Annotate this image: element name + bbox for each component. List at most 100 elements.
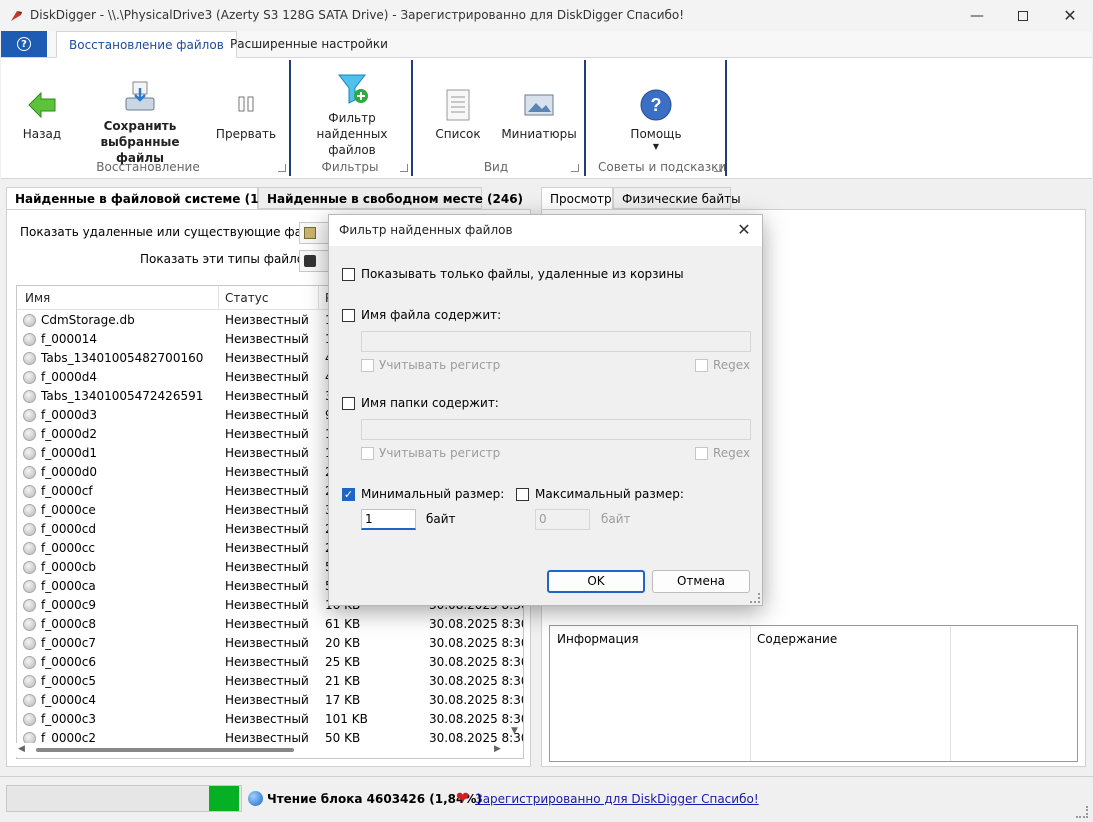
file-name: f_0000cf <box>41 484 93 498</box>
file-status: Неизвестный <box>225 332 309 346</box>
file-status-icon <box>23 656 36 669</box>
file-name: f_0000d1 <box>41 446 98 460</box>
back-button[interactable]: Назад <box>18 88 66 142</box>
folder-match-case-checkbox[interactable] <box>361 447 374 460</box>
resize-grip[interactable] <box>1076 806 1088 818</box>
filename-contains-input[interactable] <box>361 331 751 352</box>
filename-contains-label[interactable]: Имя файла содержит: <box>361 308 501 322</box>
abort-button[interactable]: Прервать <box>214 88 278 142</box>
folder-contains-input[interactable] <box>361 419 751 440</box>
filename-regex-label: Regex <box>713 358 751 372</box>
file-status: Неизвестный <box>225 579 309 593</box>
help-icon: ? <box>17 37 31 51</box>
scroll-down-icon[interactable]: ▼ <box>511 726 518 736</box>
dialog-resize-grip[interactable] <box>750 593 760 603</box>
pause-icon <box>238 96 254 112</box>
tab-preview[interactable]: Просмотр <box>541 187 613 209</box>
view-launcher-icon[interactable] <box>571 164 579 172</box>
ribbon-help-button[interactable]: ? <box>1 31 47 57</box>
recovery-launcher-icon[interactable] <box>278 164 286 172</box>
dialog-title: Фильтр найденных файлов <box>339 223 513 237</box>
group-label-recovery: Восстановление <box>96 160 200 174</box>
tips-launcher-icon[interactable] <box>714 164 722 172</box>
info-table: Информация Содержание <box>549 625 1078 762</box>
max-size-checkbox[interactable] <box>516 488 529 501</box>
content-column-header[interactable]: Содержание <box>757 632 837 646</box>
filename-match-case-label: Учитывать регистр <box>379 358 501 372</box>
file-name: f_0000ca <box>41 579 96 593</box>
registration-link[interactable]: Зарегистрированно для DiskDigger Спасибо… <box>475 792 759 806</box>
file-name: f_0000c6 <box>41 655 96 669</box>
file-name: f_0000c3 <box>41 712 96 726</box>
table-row[interactable]: f_0000c6 Неизвестный 25 KB 30.08.2025 8:30 <box>17 653 523 672</box>
svg-text:?: ? <box>651 95 662 115</box>
table-row[interactable]: f_0000c5 Неизвестный 21 KB 30.08.2025 8:30 <box>17 672 524 691</box>
folder-contains-label[interactable]: Имя папки содержит: <box>361 396 499 410</box>
min-size-label[interactable]: Минимальный размер: <box>361 487 504 501</box>
max-size-label[interactable]: Максимальный размер: <box>535 487 684 501</box>
maximize-button[interactable] <box>1000 0 1046 31</box>
close-button[interactable]: ✕ <box>1047 0 1093 31</box>
ribbon-separator <box>725 60 727 176</box>
file-status-icon <box>23 580 36 593</box>
tab-found-in-free-space[interactable]: Найденные в свободном месте (246) <box>258 187 523 209</box>
save-selected-button[interactable]: Сохранить выбранные файлы <box>80 80 200 166</box>
group-label-filters: Фильтры <box>321 160 379 174</box>
file-types-combo[interactable] <box>299 250 329 272</box>
file-status: Неизвестный <box>225 522 309 536</box>
scroll-left-icon[interactable]: ◀ <box>18 744 25 754</box>
minimize-button[interactable]: — <box>954 0 1000 31</box>
filename-regex-checkbox[interactable] <box>695 359 708 372</box>
help-button[interactable]: ? Помощь ▼ <box>620 88 692 152</box>
close-icon: ✕ <box>737 220 751 239</box>
min-size-checkbox[interactable]: ✓ <box>342 488 355 501</box>
table-row[interactable]: f_0000c7 Неизвестный 20 KB 30.08.2025 8:30 <box>17 634 523 653</box>
column-divider[interactable] <box>318 286 319 310</box>
only-recycle-label[interactable]: Показывать только файлы, удаленные из ко… <box>361 267 684 281</box>
horizontal-scroll-thumb[interactable] <box>36 748 294 752</box>
table-row[interactable]: f_0000c8 Неизвестный 61 KB 30.08.2025 8:30 <box>17 615 523 634</box>
filter-line2: найденных <box>316 127 388 141</box>
filter-found-files-button[interactable]: Фильтр найденных файлов <box>312 72 392 158</box>
horizontal-scrollbar[interactable]: ◀ ▶ <box>16 743 506 757</box>
tab-file-recovery[interactable]: Восстановление файлов <box>56 31 237 58</box>
tab-advanced-settings[interactable]: Расширенные настройки <box>218 31 400 58</box>
folder-regex-checkbox[interactable] <box>695 447 708 460</box>
tab-found-in-filesystem[interactable]: Найденные в файловой системе (13165) <box>6 187 297 209</box>
maximize-icon <box>1018 10 1028 21</box>
view-list-button[interactable]: Список <box>428 88 488 142</box>
filters-launcher-icon[interactable] <box>400 164 408 172</box>
ok-button[interactable]: OK <box>547 570 645 593</box>
column-header-status[interactable]: Статус <box>225 291 268 305</box>
file-status: Неизвестный <box>225 560 309 574</box>
view-thumbnails-button[interactable]: Миниатюры <box>500 88 578 142</box>
column-header-name[interactable]: Имя <box>25 291 50 305</box>
table-row[interactable]: f_0000c3 Неизвестный 101 KB 30.08.2025 8:30 <box>17 710 523 729</box>
folder-contains-checkbox[interactable] <box>342 397 355 410</box>
file-name: Tabs_13401005472426591 <box>41 389 204 403</box>
info-column-header[interactable]: Информация <box>557 632 639 646</box>
save-selected-line1: Сохранить <box>103 119 177 133</box>
table-row[interactable]: f_0000c4 Неизвестный 17 KB 30.08.2025 8:30 <box>17 691 523 710</box>
file-name: f_0000cd <box>41 522 96 536</box>
max-size-input[interactable]: 0 <box>535 509 590 530</box>
column-divider <box>750 626 751 761</box>
help-circle-icon: ? <box>640 89 672 121</box>
filename-match-case-checkbox[interactable] <box>361 359 374 372</box>
tab-physical-bytes[interactable]: Физические байты <box>613 187 741 209</box>
list-label: Список <box>435 127 481 141</box>
scroll-right-icon[interactable]: ▶ <box>494 744 501 754</box>
show-deleted-combo[interactable] <box>299 222 329 244</box>
file-name: f_0000cc <box>41 541 95 555</box>
min-size-input[interactable]: 1 <box>361 509 416 530</box>
file-name: Tabs_13401005482700160 <box>41 351 204 365</box>
dialog-close-button[interactable]: ✕ <box>734 220 754 240</box>
only-recycle-checkbox[interactable] <box>342 268 355 281</box>
binoculars-icon <box>304 255 316 267</box>
filename-contains-checkbox[interactable] <box>342 309 355 322</box>
cancel-button[interactable]: Отмена <box>652 570 750 593</box>
file-size: 61 KB <box>325 617 361 631</box>
file-date: 30.08.2025 8:30 <box>429 674 524 688</box>
back-label: Назад <box>22 127 62 141</box>
column-divider[interactable] <box>218 286 219 310</box>
